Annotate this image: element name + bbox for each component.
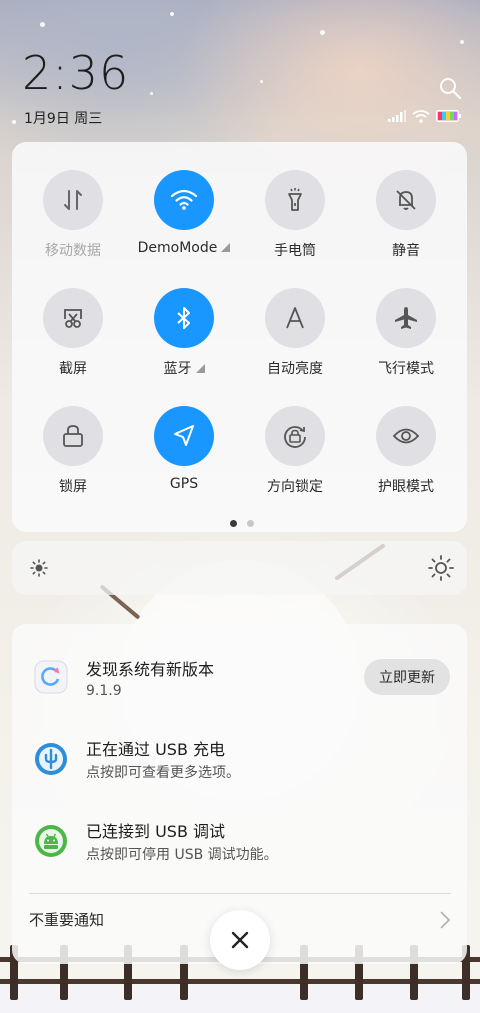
auto-brightness-icon	[265, 288, 325, 348]
notification-system-update[interactable]: 发现系统有新版本 9.1.9 立即更新	[12, 640, 467, 720]
expand-indicator-icon	[221, 243, 231, 252]
snowflake	[320, 30, 325, 35]
signal-icon	[388, 110, 406, 122]
notification-subtitle: 点按即可查看更多选项。	[86, 765, 240, 781]
wifi-icon	[154, 170, 214, 230]
snowflake	[150, 92, 153, 95]
eye-icon	[376, 406, 436, 466]
tile-label: 截屏	[59, 361, 87, 377]
search-icon[interactable]	[438, 76, 462, 100]
tile-bluetooth[interactable]: 蓝牙	[129, 288, 239, 398]
tile-airplane[interactable]: 飞行模式	[351, 288, 461, 398]
mute-icon	[376, 170, 436, 230]
tile-label: 静音	[392, 243, 420, 259]
notification-subtitle: 9.1.9	[86, 683, 122, 699]
snowflake	[12, 120, 16, 124]
tile-wifi[interactable]: DemoMode	[129, 170, 239, 280]
mobile-data-icon	[43, 170, 103, 230]
clock: 2:36	[22, 46, 130, 100]
system-update-icon	[34, 660, 68, 694]
notification-title: 正在通过 USB 充电	[86, 740, 226, 759]
notification-subtitle: 点按即可停用 USB 调试功能。	[86, 847, 278, 863]
tile-label: 飞行模式	[378, 361, 434, 377]
brightness-high-icon	[428, 555, 454, 581]
divider	[29, 893, 451, 894]
tile-gps[interactable]: GPS	[129, 406, 239, 516]
close-icon	[231, 931, 249, 949]
rotation-lock-icon	[265, 406, 325, 466]
page-indicator	[230, 520, 254, 527]
gps-icon	[154, 406, 214, 466]
flashlight-icon	[265, 170, 325, 230]
status-icons	[388, 109, 462, 123]
wifi-status-icon	[412, 109, 430, 123]
tile-screenshot[interactable]: 截屏	[18, 288, 128, 398]
brightness-low-icon	[30, 559, 48, 577]
notification-title: 已连接到 USB 调试	[86, 822, 226, 841]
tile-label: 蓝牙	[129, 358, 239, 378]
page-dot-active	[230, 520, 237, 527]
tile-flashlight[interactable]: 手电筒	[240, 170, 350, 280]
chevron-right-icon[interactable]	[438, 909, 452, 931]
tile-label: 自动亮度	[267, 361, 323, 377]
screenshot-icon	[43, 288, 103, 348]
brightness-slider[interactable]	[12, 541, 467, 595]
tile-label: 移动数据	[45, 243, 101, 259]
battery-icon	[436, 110, 461, 122]
quick-settings-panel: 移动数据 DemoMode 手电筒 静音 截屏 蓝牙 自动亮度 飞行模式 锁屏 …	[12, 142, 467, 532]
expand-indicator-icon	[195, 364, 205, 373]
airplane-icon	[376, 288, 436, 348]
tile-label: 护眼模式	[378, 479, 434, 495]
snowflake	[170, 12, 174, 16]
tile-eye-protection[interactable]: 护眼模式	[351, 406, 461, 516]
tile-rotation-lock[interactable]: 方向锁定	[240, 406, 350, 516]
snowflake	[40, 22, 45, 27]
tile-label: 手电筒	[274, 243, 316, 259]
tile-label: 锁屏	[59, 479, 87, 495]
tile-mobile-data[interactable]: 移动数据	[18, 170, 128, 280]
tile-mute[interactable]: 静音	[351, 170, 461, 280]
update-now-button[interactable]: 立即更新	[364, 659, 450, 695]
notification-usb-charging[interactable]: 正在通过 USB 充电 点按即可查看更多选项。	[12, 722, 467, 802]
tile-auto-brightness[interactable]: 自动亮度	[240, 288, 350, 398]
bluetooth-icon	[154, 288, 214, 348]
snowflake	[460, 40, 464, 44]
tile-lock-screen[interactable]: 锁屏	[18, 406, 128, 516]
usb-icon	[35, 743, 67, 775]
tile-label: DemoMode	[129, 240, 239, 256]
clear-notifications-button[interactable]	[210, 910, 270, 970]
android-debug-icon	[35, 825, 67, 857]
date: 1月9日 周三	[24, 111, 103, 127]
notification-title: 发现系统有新版本	[86, 660, 215, 679]
notification-usb-debugging[interactable]: 已连接到 USB 调试 点按即可停用 USB 调试功能。	[12, 804, 467, 884]
lock-icon	[43, 406, 103, 466]
page-dot	[247, 520, 254, 527]
unimportant-notifications-link[interactable]: 不重要通知	[29, 909, 104, 930]
tile-label: 方向锁定	[267, 479, 323, 495]
snowflake	[260, 80, 263, 83]
tile-label: GPS	[169, 476, 199, 492]
